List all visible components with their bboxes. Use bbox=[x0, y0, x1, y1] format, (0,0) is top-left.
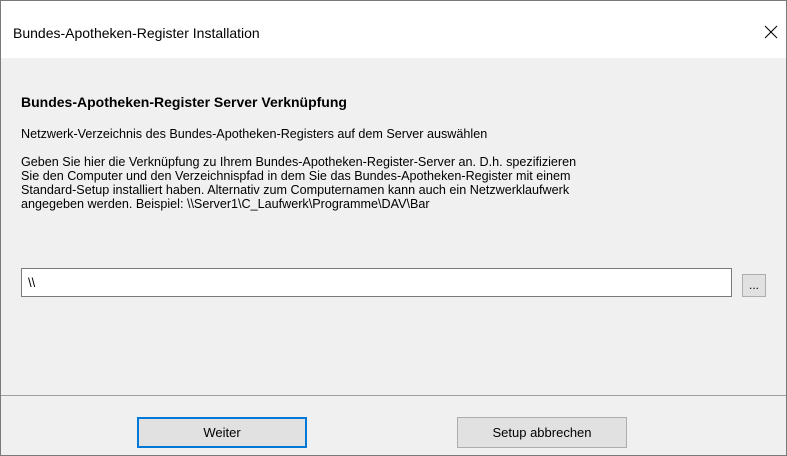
instructions-line: Sie den Computer und den Verzeichnispfad… bbox=[21, 169, 571, 183]
instructions-line: Standard-Setup installiert haben. Altern… bbox=[21, 183, 570, 197]
installer-window: Bundes-Apotheken-Register Installation B… bbox=[0, 0, 787, 456]
title-bar: Bundes-Apotheken-Register Installation bbox=[1, 1, 786, 58]
cancel-setup-button[interactable]: Setup abbrechen bbox=[457, 417, 627, 448]
dialog-content: Bundes-Apotheken-Register Server Verknüp… bbox=[1, 58, 786, 455]
page-heading: Bundes-Apotheken-Register Server Verknüp… bbox=[21, 94, 347, 110]
browse-button[interactable]: ... bbox=[742, 274, 766, 297]
footer-divider bbox=[1, 395, 786, 396]
close-button[interactable] bbox=[756, 14, 786, 50]
server-path-input[interactable] bbox=[21, 268, 732, 297]
page-subheading: Netzwerk-Verzeichnis des Bundes-Apotheke… bbox=[21, 127, 488, 141]
close-icon bbox=[764, 25, 778, 39]
instructions-line: angegeben werden. Beispiel: \\Server1\C_… bbox=[21, 197, 430, 211]
instructions-line: Geben Sie hier die Verknüpfung zu Ihrem … bbox=[21, 155, 577, 169]
next-button[interactable]: Weiter bbox=[137, 417, 307, 448]
instructions-text: Geben Sie hier die Verknüpfung zu Ihrem … bbox=[21, 155, 761, 211]
window-title: Bundes-Apotheken-Register Installation bbox=[13, 25, 260, 41]
